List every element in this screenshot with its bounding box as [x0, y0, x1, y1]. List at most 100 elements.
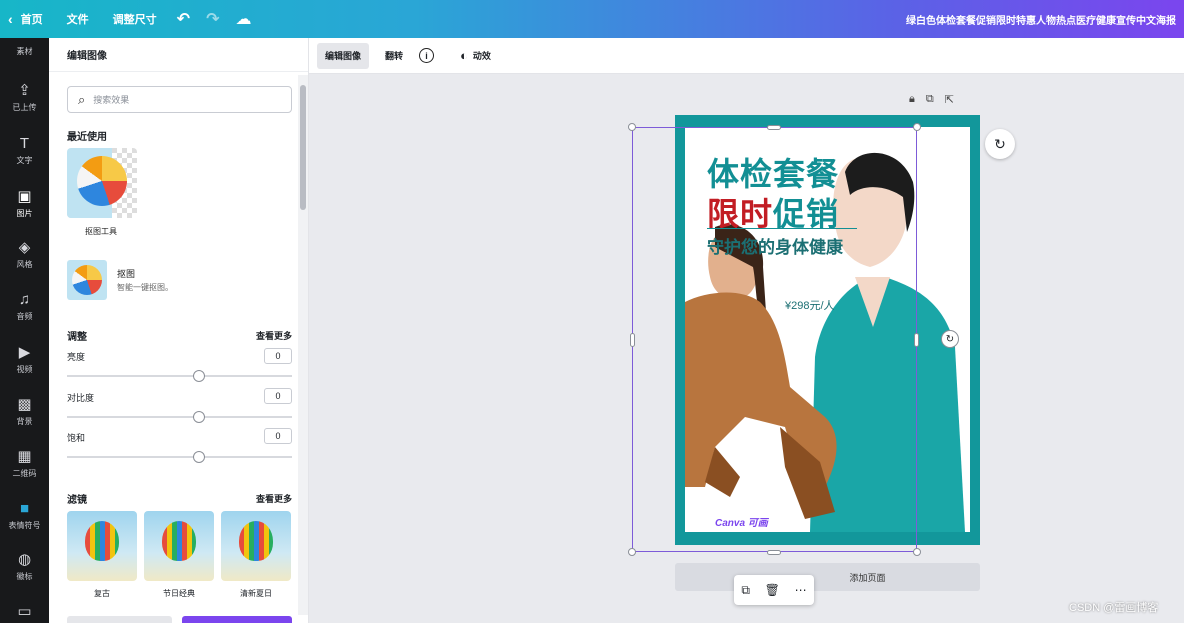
rail-item-background[interactable]: ▩ 背景 — [0, 396, 49, 427]
add-page-button[interactable]: 添加页面 — [675, 563, 980, 591]
resize-handle-tr[interactable] — [913, 123, 921, 131]
rail-label: 文字 — [16, 156, 33, 165]
filter-label: 节日经典 — [163, 589, 195, 598]
brightness-slider-knob[interactable] — [193, 370, 205, 382]
contrast-input[interactable]: 0 — [264, 388, 292, 404]
bg-remover-label: 抠图工具 — [85, 227, 117, 236]
trash-icon[interactable]: 🗑︎ — [765, 583, 780, 597]
edit-image-panel: 编辑图像 ⌕ 搜索效果 最近使用 抠图工具 抠图 智能一键抠图。 调整 查看更多… — [49, 38, 309, 623]
animate-button[interactable]: ◐ 动效 — [452, 43, 499, 69]
resize-handle-right[interactable] — [914, 333, 919, 347]
saturation-input[interactable]: 0 — [264, 428, 292, 444]
filter-fresh-summer[interactable] — [221, 511, 291, 581]
rail-label: 二维码 — [12, 469, 37, 478]
style-icon: ◈ — [18, 239, 31, 256]
panel-secondary-button[interactable] — [67, 616, 172, 623]
filter-festive-classic[interactable] — [144, 511, 214, 581]
folder-icon: ▭ — [17, 603, 32, 620]
rail-item-logo[interactable]: ◍ 徽标 — [0, 551, 49, 582]
adjust-see-more-link[interactable]: 查看更多 — [256, 329, 292, 342]
resize-handle-bl[interactable] — [628, 548, 636, 556]
resize-handle-left[interactable] — [630, 333, 635, 347]
search-placeholder: 搜索效果 — [93, 95, 130, 105]
image-icon: ▣ — [17, 188, 32, 205]
share-icon[interactable]: ⇱ — [945, 93, 954, 106]
panel-scrollbar-thumb[interactable] — [300, 85, 306, 210]
rail-item-emoji[interactable]: ■ 表情符号 — [0, 500, 49, 531]
filter-title: 滤镜 — [67, 495, 87, 506]
panel-primary-button[interactable] — [182, 616, 292, 623]
home-label: 首页 — [20, 14, 43, 26]
recent-title: 最近使用 — [67, 132, 107, 143]
adjust-title: 调整 — [67, 332, 87, 343]
design-title[interactable]: 绿白色体检套餐促销限时特惠人物热点医疗健康宣传中文海报 — [906, 0, 1176, 38]
page-actions: 🔒︎ ⧉ ⇱ — [909, 93, 954, 106]
panel-scrollbar[interactable] — [298, 75, 308, 615]
panel-header: 编辑图像 — [49, 38, 308, 72]
rail-item-video[interactable]: ▶ 视频 — [0, 344, 49, 375]
home-button[interactable]: ‹ 首页 — [0, 0, 55, 38]
saturation-slider[interactable] — [67, 451, 292, 463]
selection-frame[interactable] — [632, 127, 917, 552]
rotate-icon[interactable]: ↻ — [941, 330, 959, 348]
regenerate-icon[interactable]: ↻ — [985, 129, 1015, 159]
brightness-slider[interactable] — [67, 370, 292, 382]
qrcode-icon: ▦ — [17, 448, 32, 465]
cutout-thumbnail[interactable] — [67, 260, 107, 300]
audio-icon: ♫ — [18, 291, 31, 308]
resize-handle-bottom[interactable] — [767, 550, 781, 555]
lock-icon[interactable]: 🔒︎ — [909, 93, 915, 106]
logo-icon: ◍ — [17, 551, 32, 568]
resize-handle-top[interactable] — [767, 125, 781, 130]
design-canvas: 🔒︎ ⧉ ⇱ ↻ 体检套餐 限时促销 守护您的身体健康 ¥298元/人 Canv… — [309, 74, 1184, 623]
top-bar: ‹ 首页 文件 调整尺寸 ↶ ↷ ☁ 绿白色体检套餐促销限时特惠人物热点医疗健康… — [0, 0, 1184, 38]
animate-label: 动效 — [472, 51, 491, 61]
effects-search-input[interactable]: ⌕ 搜索效果 — [67, 86, 292, 113]
file-menu[interactable]: 文件 — [55, 0, 101, 38]
rail-item-uploads[interactable]: ⇪ 已上传 — [0, 82, 49, 113]
rail-item-audio[interactable]: ♫ 音频 — [0, 291, 49, 322]
video-icon: ▶ — [18, 344, 31, 361]
animate-icon: ◐ — [460, 48, 468, 63]
redo-icon[interactable]: ↷ — [198, 0, 227, 38]
watermark: CSDN @雷画博客 — [1069, 602, 1159, 614]
cutout-title[interactable]: 抠图 — [117, 267, 135, 280]
rail-item-images[interactable]: ▣ 图片 — [0, 188, 49, 219]
rail-label: 音频 — [16, 312, 33, 321]
contrast-slider-knob[interactable] — [193, 411, 205, 423]
rail-item-style[interactable]: ◈ 风格 — [0, 239, 49, 270]
resize-button[interactable]: 调整尺寸 — [101, 0, 169, 38]
more-options-icon[interactable]: ⋯ — [795, 583, 807, 597]
rail-label: 视频 — [16, 365, 33, 374]
filter-see-more-link[interactable]: 查看更多 — [256, 492, 292, 505]
edit-image-button[interactable]: 编辑图像 — [317, 42, 370, 69]
emoji-icon: ■ — [19, 500, 30, 517]
balloon-image — [239, 521, 273, 561]
rail-item-materials[interactable]: 素材 — [0, 46, 49, 57]
rail-item-qrcode[interactable]: ▦ 二维码 — [0, 448, 49, 479]
flip-button[interactable]: 翻转 — [377, 43, 411, 69]
saturation-slider-knob[interactable] — [193, 451, 205, 463]
cutout-desc: 智能一键抠图。 — [117, 283, 173, 292]
brightness-input[interactable]: 0 — [264, 348, 292, 364]
contrast-slider[interactable] — [67, 411, 292, 423]
balloon-image — [162, 521, 196, 561]
resize-handle-tl[interactable] — [628, 123, 636, 131]
rail-item-folder[interactable]: ▭ — [0, 603, 49, 623]
rail-label-materials: 素材 — [16, 47, 33, 56]
cloud-save-icon[interactable]: ☁ — [227, 0, 259, 38]
duplicate-icon[interactable]: ⧉ — [926, 93, 934, 106]
bg-remover-thumbnail[interactable] — [67, 148, 137, 218]
rail-label: 图片 — [16, 209, 33, 218]
copy-icon[interactable]: ⧉ — [741, 583, 750, 598]
undo-icon[interactable]: ↶ — [169, 0, 198, 38]
info-icon[interactable]: i — [419, 48, 435, 63]
search-icon: ⌕ — [78, 91, 86, 107]
saturation-label: 饱和 — [67, 433, 86, 443]
rail-label: 徽标 — [16, 572, 33, 581]
rail-label: 已上传 — [12, 103, 37, 112]
filter-retro[interactable] — [67, 511, 137, 581]
resize-handle-br[interactable] — [913, 548, 921, 556]
rail-item-text[interactable]: T 文字 — [0, 135, 49, 166]
contrast-label: 对比度 — [67, 393, 95, 403]
